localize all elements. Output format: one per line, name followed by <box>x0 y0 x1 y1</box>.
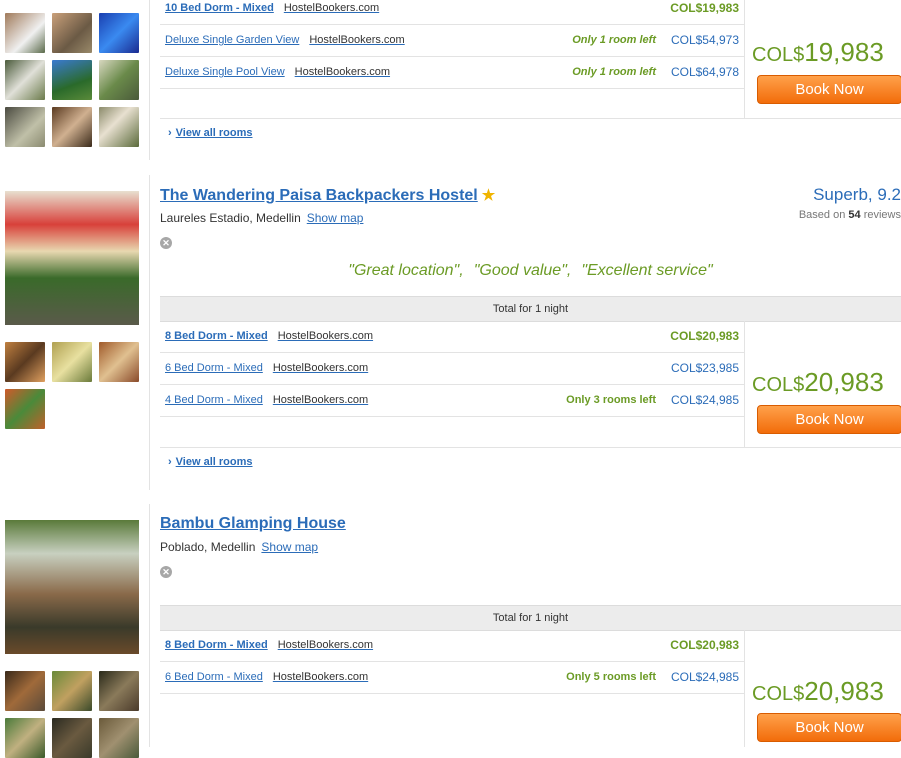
book-now-button[interactable]: Book Now <box>757 405 901 434</box>
photo-thumbnail[interactable] <box>99 13 139 53</box>
close-icon[interactable]: ✕ <box>160 566 172 578</box>
main-photo[interactable] <box>5 191 139 325</box>
photo-thumbnail[interactable] <box>5 342 45 382</box>
photo-thumbnail[interactable] <box>52 13 92 53</box>
column-divider <box>149 175 150 490</box>
room-name-link[interactable]: Deluxe Single Pool View HostelBookers.com <box>165 66 390 78</box>
booking-site: HostelBookers.com <box>277 639 374 651</box>
booking-site: HostelBookers.com <box>277 330 374 342</box>
photo-thumbnail[interactable] <box>99 342 139 382</box>
room-price: COL$23,985 <box>670 361 739 375</box>
total-price: COL$20,983 <box>752 676 884 706</box>
photo-thumbnail[interactable] <box>5 13 45 53</box>
total-nights-header: Total for 1 night <box>160 296 901 322</box>
hostel-location: Poblado, Medellin Show map <box>160 540 319 554</box>
booking-site: HostelBookers.com <box>309 34 405 46</box>
booking-site: HostelBookers.com <box>294 66 391 78</box>
booking-site: HostelBookers.com <box>272 671 369 683</box>
review-quote: "Excellent service" <box>581 262 713 279</box>
room-row: 8 Bed Dorm - Mixed HostelBookers.com COL$… <box>160 321 744 353</box>
room-price: COL$64,978 <box>670 65 739 79</box>
photo-thumbnail[interactable] <box>99 671 139 711</box>
price-column: COL$19,983 Book Now <box>744 0 901 118</box>
room-row: 10 Bed Dorm - Mixed HostelBookers.com COL… <box>160 0 744 25</box>
book-now-button[interactable]: Book Now <box>757 713 901 742</box>
room-list: 8 Bed Dorm - Mixed HostelBookers.com COL$… <box>160 321 744 417</box>
total-price: COL$20,983 <box>752 367 884 397</box>
room-name-link[interactable]: 8 Bed Dorm - Mixed HostelBookers.com <box>165 330 373 342</box>
review-quote: "Great location", <box>348 262 464 279</box>
hostel-name-link[interactable]: The Wandering Paisa Backpackers Hostel ★ <box>160 186 495 205</box>
hostel-listing: Bambu Glamping House Poblado, Medellin Sh… <box>0 504 901 758</box>
room-price: COL$19,983 <box>670 1 739 15</box>
room-name-link[interactable]: Deluxe Single Garden View HostelBookers.c… <box>165 34 405 46</box>
hostel-listing: The Wandering Paisa Backpackers Hostel ★ … <box>0 175 901 490</box>
show-map-link[interactable]: Show map <box>307 211 364 225</box>
view-all-rooms-link[interactable]: › View all rooms <box>168 456 253 468</box>
photo-thumbnail[interactable] <box>99 107 139 147</box>
room-row: Deluxe Single Pool View HostelBookers.com… <box>160 57 744 89</box>
availability-note: Only 3 rooms left <box>566 394 656 406</box>
total-nights-header: Total for 1 night <box>160 605 901 631</box>
room-row: 6 Bed Dorm - Mixed HostelBookers.com Only… <box>160 662 744 694</box>
photo-thumbnail[interactable] <box>5 60 45 100</box>
hostel-rating: Superb, 9.2 Based on 54 reviews <box>799 185 901 221</box>
main-photo[interactable] <box>5 520 139 654</box>
column-divider <box>149 0 150 160</box>
rating-score: Superb, 9.2 <box>813 185 901 204</box>
price-column: COL$20,983 Book Now <box>744 321 901 447</box>
room-name-link[interactable]: 8 Bed Dorm - Mixed HostelBookers.com <box>165 639 373 651</box>
photo-thumbnail[interactable] <box>99 60 139 100</box>
room-name-link[interactable]: 4 Bed Dorm - Mixed HostelBookers.com <box>165 394 368 406</box>
photo-thumbnail[interactable] <box>52 342 92 382</box>
room-price: COL$24,985 <box>670 670 739 684</box>
photo-thumbnail[interactable] <box>5 671 45 711</box>
view-all-rooms-link[interactable]: › View all rooms <box>168 127 253 139</box>
availability-note: Only 1 room left <box>572 34 656 46</box>
room-row: 4 Bed Dorm - Mixed HostelBookers.com Only… <box>160 385 744 417</box>
listing-footer: › View all rooms <box>160 447 901 478</box>
availability-note: Only 5 rooms left <box>566 671 656 683</box>
photo-thumbnail[interactable] <box>52 60 92 100</box>
hostel-name-link[interactable]: Bambu Glamping House <box>160 515 346 533</box>
room-row: 6 Bed Dorm - Mixed HostelBookers.com COL$… <box>160 353 744 385</box>
column-divider <box>149 504 150 747</box>
room-name-link[interactable]: 6 Bed Dorm - Mixed HostelBookers.com <box>165 671 368 683</box>
photo-thumbnail[interactable] <box>52 107 92 147</box>
price-column: COL$20,983 Book Now <box>744 630 901 747</box>
total-price: COL$19,983 <box>752 37 884 67</box>
listing-footer: › View all rooms <box>160 118 901 149</box>
room-name-link[interactable]: 10 Bed Dorm - Mixed HostelBookers.com <box>165 2 379 14</box>
room-list: 10 Bed Dorm - Mixed HostelBookers.com COL… <box>160 0 744 89</box>
review-quote: "Good value", <box>473 262 572 279</box>
photo-thumbnail[interactable] <box>5 107 45 147</box>
availability-note: Only 1 room left <box>572 66 656 78</box>
hostel-listing: 10 Bed Dorm - Mixed HostelBookers.com COL… <box>0 0 901 160</box>
show-map-link[interactable]: Show map <box>261 540 318 554</box>
book-now-button[interactable]: Book Now <box>757 75 901 104</box>
review-count: Based on 54 reviews <box>798 209 901 221</box>
booking-site: HostelBookers.com <box>272 394 369 406</box>
star-icon: ★ <box>481 187 496 204</box>
room-price: COL$20,983 <box>670 638 739 652</box>
photo-thumbnail[interactable] <box>99 718 139 758</box>
room-price: COL$24,985 <box>670 393 739 407</box>
room-list: 8 Bed Dorm - Mixed HostelBookers.com COL$… <box>160 630 744 694</box>
room-row: Deluxe Single Garden View HostelBookers.c… <box>160 25 744 57</box>
close-icon[interactable]: ✕ <box>160 237 172 249</box>
photo-thumbnail[interactable] <box>52 718 92 758</box>
review-highlights: "Great location", "Good value", "Excellent… <box>160 262 901 280</box>
photo-thumbnail[interactable] <box>52 671 92 711</box>
room-price: COL$20,983 <box>670 329 739 343</box>
photo-thumbnail[interactable] <box>5 389 45 429</box>
room-price: COL$54,973 <box>670 33 739 47</box>
room-name-link[interactable]: 6 Bed Dorm - Mixed HostelBookers.com <box>165 362 368 374</box>
photo-thumbnail[interactable] <box>5 718 45 758</box>
hostel-location: Laureles Estadio, Medellin Show map <box>160 211 364 225</box>
booking-site: HostelBookers.com <box>283 2 380 14</box>
booking-site: HostelBookers.com <box>272 362 369 374</box>
room-row: 8 Bed Dorm - Mixed HostelBookers.com COL$… <box>160 630 744 662</box>
